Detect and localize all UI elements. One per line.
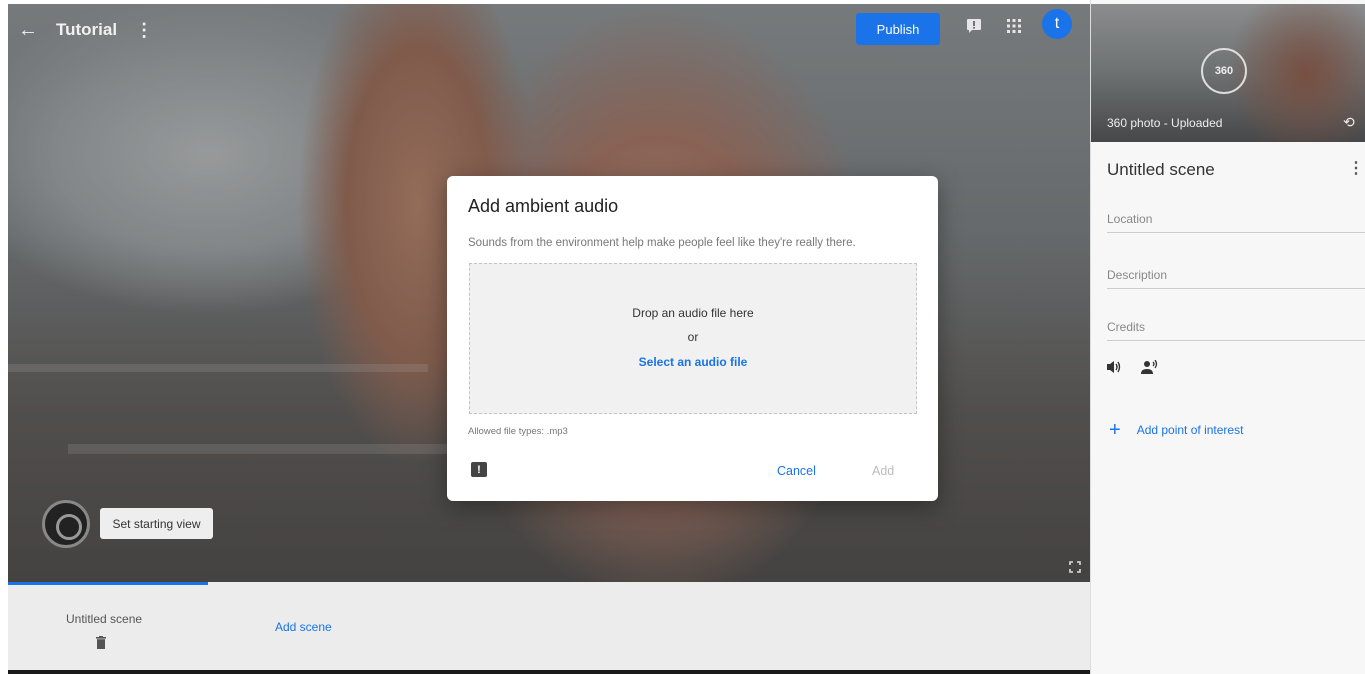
record-voice-icon[interactable] — [1141, 359, 1159, 378]
dialog-description: Sounds from the environment help make pe… — [468, 237, 856, 249]
scene-thumbnail[interactable]: 360 360 photo - Uploaded ⟲ — [1091, 4, 1365, 142]
trash-icon[interactable] — [96, 636, 110, 652]
top-bar: ← Tutorial ⋮ — [18, 14, 153, 46]
app-root: ← Tutorial ⋮ Publish t Set starting view… — [0, 0, 1365, 674]
more-vert-icon[interactable]: ⋮ — [1348, 158, 1364, 178]
description-field[interactable]: Description — [1107, 268, 1365, 289]
dialog-title: Add ambient audio — [468, 196, 619, 216]
or-text: or — [687, 330, 699, 344]
thumbnail-status: 360 photo - Uploaded — [1107, 116, 1223, 130]
avatar[interactable]: t — [1042, 9, 1072, 39]
allowed-file-types: Allowed file types: .mp3 — [468, 426, 568, 437]
add-button[interactable]: Add — [872, 464, 894, 478]
more-vert-icon[interactable]: ⋮ — [135, 20, 153, 41]
audio-controls — [1107, 359, 1159, 378]
add-point-of-interest-button[interactable]: + Add point of interest — [1109, 419, 1244, 441]
rotate-icon[interactable]: ⟲ — [1343, 114, 1355, 131]
scene-details-panel: 360 360 photo - Uploaded ⟲ Untitled scen… — [1090, 0, 1365, 674]
add-scene-button[interactable]: Add scene — [275, 620, 332, 634]
audio-dropzone[interactable]: Drop an audio file here or Select an aud… — [469, 263, 917, 414]
arrow-left-icon[interactable]: ← — [18, 19, 38, 42]
active-scene-indicator — [8, 582, 208, 585]
tour-title: Tutorial — [56, 20, 118, 39]
360-badge-icon: 360 — [1201, 48, 1247, 94]
credits-field[interactable]: Credits — [1107, 320, 1365, 341]
feedback-icon[interactable] — [962, 14, 986, 38]
feedback-icon[interactable]: ! — [471, 462, 487, 477]
set-starting-view-button[interactable]: Set starting view — [100, 508, 213, 539]
location-field[interactable]: Location — [1107, 212, 1365, 233]
starting-view-icon[interactable] — [42, 500, 90, 548]
drop-text: Drop an audio file here — [632, 306, 754, 320]
bottom-edge — [8, 670, 1090, 674]
cancel-button[interactable]: Cancel — [777, 464, 816, 478]
volume-icon[interactable] — [1107, 360, 1123, 378]
select-audio-file-link[interactable]: Select an audio file — [639, 355, 748, 369]
fullscreen-icon[interactable] — [1066, 558, 1084, 576]
add-poi-label: Add point of interest — [1136, 423, 1244, 437]
plus-icon: + — [1109, 419, 1121, 441]
add-ambient-audio-dialog: Add ambient audio Sounds from the enviro… — [447, 176, 938, 501]
scene-title[interactable]: Untitled scene — [1107, 160, 1215, 180]
apps-grid-icon[interactable] — [1002, 14, 1026, 38]
scene-card-name[interactable]: Untitled scene — [66, 612, 142, 626]
publish-button[interactable]: Publish — [856, 13, 940, 45]
scenes-strip: Untitled scene Add scene — [8, 582, 1090, 670]
